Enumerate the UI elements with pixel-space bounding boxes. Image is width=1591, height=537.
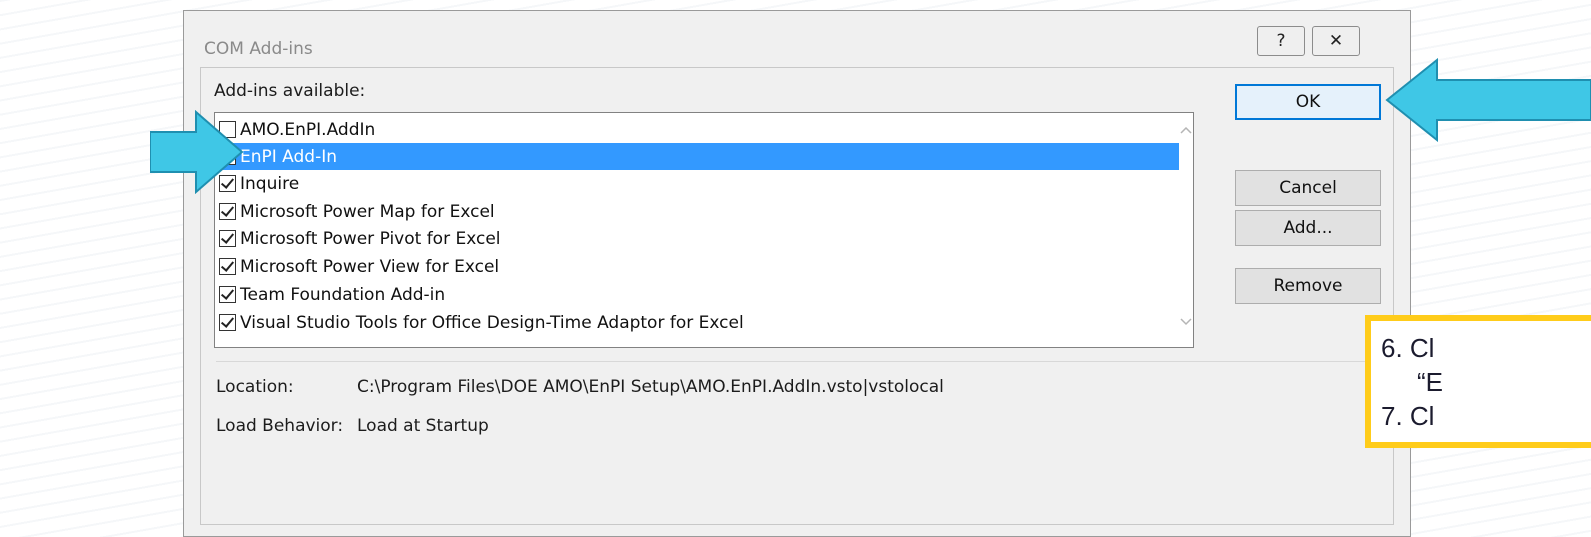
cancel-button[interactable]: Cancel	[1235, 170, 1381, 206]
checkbox-checked[interactable]	[219, 203, 236, 220]
list-item-label: AMO.EnPI.AddIn	[240, 119, 376, 140]
list-item-selected[interactable]: EnPI Add-In	[217, 143, 1179, 170]
list-item[interactable]: Microsoft Power View for Excel	[217, 253, 1177, 280]
help-icon: ?	[1276, 31, 1286, 51]
add-button[interactable]: Add...	[1235, 210, 1381, 246]
load-behavior-value: Load at Startup	[357, 416, 489, 436]
instruction-step-7: 7. Cl	[1381, 401, 1435, 431]
list-item-label: Microsoft Power Pivot for Excel	[240, 228, 501, 249]
list-item-label: Team Foundation Add-in	[240, 284, 446, 305]
ok-button[interactable]: OK	[1235, 84, 1381, 120]
dialog-title: COM Add-ins	[204, 39, 313, 59]
load-behavior-label: Load Behavior:	[216, 416, 344, 436]
list-item[interactable]: Microsoft Power Pivot for Excel	[217, 225, 1177, 252]
list-item[interactable]: Visual Studio Tools for Office Design-Ti…	[217, 309, 1177, 336]
scroll-down-icon[interactable]	[1179, 315, 1193, 329]
checkbox-checked[interactable]	[219, 230, 236, 247]
checkbox-checked[interactable]	[219, 314, 236, 331]
instruction-step-6-continued: “E	[1417, 367, 1443, 397]
list-item[interactable]: Team Foundation Add-in	[217, 281, 1177, 308]
close-button[interactable]: ✕	[1312, 26, 1360, 56]
left-arrow-icon	[150, 110, 244, 194]
divider	[216, 361, 1381, 362]
help-button[interactable]: ?	[1257, 26, 1305, 56]
scroll-up-icon[interactable]	[1179, 123, 1193, 137]
list-item-label: EnPI Add-In	[240, 146, 338, 167]
list-item[interactable]: Microsoft Power Map for Excel	[217, 198, 1177, 225]
list-item[interactable]: AMO.EnPI.AddIn	[217, 116, 1177, 143]
list-item[interactable]: Inquire	[217, 170, 1177, 197]
addins-available-label: Add-ins available:	[214, 81, 366, 101]
close-icon: ✕	[1328, 31, 1344, 51]
addins-list[interactable]: AMO.EnPI.AddIn EnPI Add-In Inquire Micro…	[214, 112, 1194, 348]
checkbox-checked[interactable]	[219, 286, 236, 303]
location-value: C:\Program Files\DOE AMO\EnPI Setup\AMO.…	[357, 377, 944, 397]
list-item-label: Inquire	[240, 173, 300, 194]
instruction-step-6: 6. Cl	[1381, 333, 1435, 363]
list-item-label: Microsoft Power Map for Excel	[240, 201, 495, 222]
remove-button[interactable]: Remove	[1235, 268, 1381, 304]
checkbox-checked[interactable]	[219, 258, 236, 275]
list-item-label: Microsoft Power View for Excel	[240, 256, 500, 277]
list-item-label: Visual Studio Tools for Office Design-Ti…	[240, 312, 744, 333]
instructions-callout: 6. Cl “E 7. Cl	[1365, 315, 1591, 448]
location-label: Location:	[216, 377, 294, 397]
right-arrow-icon	[1385, 58, 1591, 142]
